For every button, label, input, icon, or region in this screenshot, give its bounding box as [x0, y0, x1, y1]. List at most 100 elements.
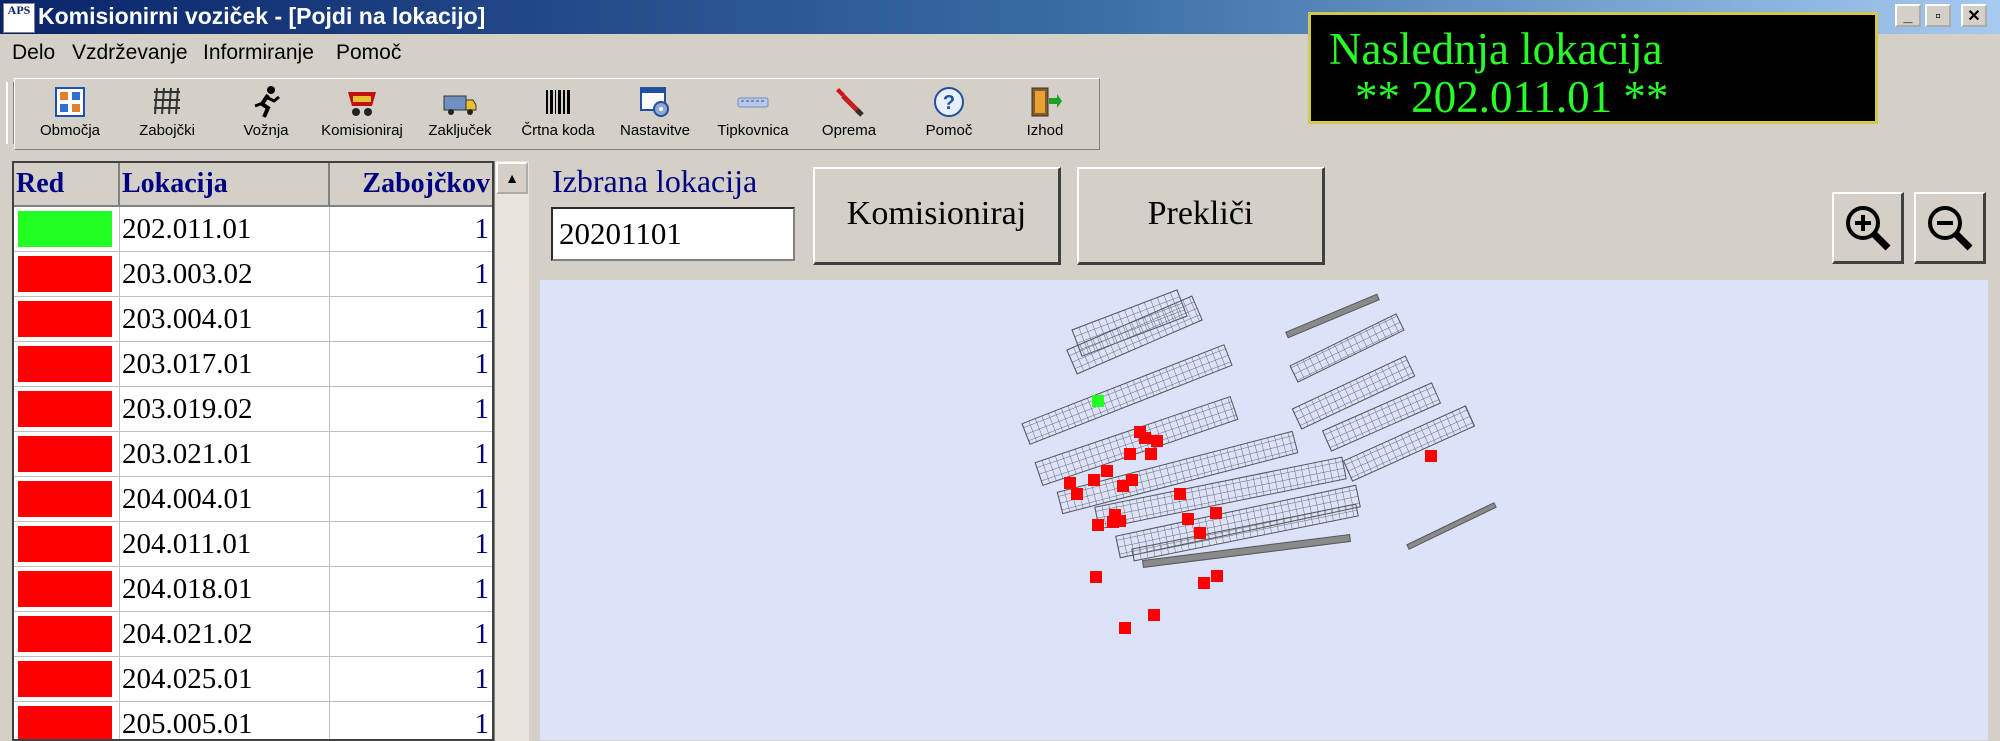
next-location-title: Naslednja lokacija	[1329, 24, 1663, 74]
pending-location-marker[interactable]	[1088, 474, 1100, 486]
pending-location-marker[interactable]	[1107, 516, 1119, 528]
keyboard-label: Tipkovnica	[717, 122, 789, 139]
pick-toolbar-label: Komisioniraj	[321, 122, 403, 139]
menu-delo[interactable]: Delo	[12, 41, 55, 65]
pending-location-marker[interactable]	[1211, 570, 1223, 582]
pending-location-marker[interactable]	[1124, 448, 1136, 460]
pending-location-marker[interactable]	[1126, 474, 1138, 486]
finish-label: Zaključek	[428, 122, 492, 139]
restore-button[interactable]: ▫	[1925, 4, 1951, 27]
pending-location-marker[interactable]	[1210, 507, 1222, 519]
boxes-count-cell: 1	[330, 387, 492, 432]
pending-location-marker[interactable]	[1119, 622, 1131, 634]
next-location-value: ** 202.011.01 **	[1355, 72, 1669, 122]
status-cell	[14, 657, 120, 702]
status-cell	[14, 702, 120, 739]
help-icon: ?	[931, 84, 967, 120]
current-location-marker[interactable]	[1092, 395, 1104, 407]
status-cell	[14, 477, 120, 522]
exit-door-icon	[1027, 84, 1063, 120]
pending-location-marker[interactable]	[1182, 513, 1194, 525]
status-cell	[14, 342, 120, 387]
equipment-button[interactable]: Oprema	[803, 84, 895, 146]
running-man-icon	[248, 84, 284, 120]
status-cell	[14, 432, 120, 477]
barcode-button[interactable]: Črtna koda	[512, 84, 604, 146]
table-row[interactable]: 204.018.01 1	[14, 567, 492, 612]
zoom-in-button[interactable]	[1832, 192, 1904, 264]
pending-location-marker[interactable]	[1092, 519, 1104, 531]
menu-informiranje[interactable]: Informiranje	[203, 41, 314, 65]
pending-location-marker[interactable]	[1090, 571, 1102, 583]
pending-location-marker[interactable]	[1174, 488, 1186, 500]
boxes-button[interactable]: Zabojčki	[121, 84, 213, 146]
table-row[interactable]: 205.005.01 1	[14, 702, 492, 739]
exit-button[interactable]: Izhod	[999, 84, 1091, 146]
warehouse-map[interactable]	[540, 280, 1988, 740]
column-header-location[interactable]: Lokacija	[120, 163, 330, 207]
table-row[interactable]: 203.004.01 1	[14, 297, 492, 342]
table-row[interactable]: 204.004.01 1	[14, 477, 492, 522]
pending-location-marker[interactable]	[1148, 609, 1160, 621]
keyboard-button[interactable]: Tipkovnica	[707, 84, 799, 146]
zoom-out-button[interactable]	[1914, 192, 1986, 264]
areas-button[interactable]: Območja	[24, 84, 116, 146]
table-row[interactable]: 204.025.01 1	[14, 657, 492, 702]
pending-location-marker[interactable]	[1145, 448, 1157, 460]
close-button[interactable]: ✕	[1961, 4, 1987, 27]
drive-button[interactable]: Vožnja	[220, 84, 312, 146]
boxes-count-cell: 1	[330, 432, 492, 477]
boxes-count-cell: 1	[330, 657, 492, 702]
pending-location-marker[interactable]	[1425, 450, 1437, 462]
status-swatch	[18, 256, 112, 292]
minimize-button[interactable]: _	[1895, 4, 1921, 27]
pick-basket-icon	[344, 84, 380, 120]
table-row[interactable]: 202.011.01 1	[14, 207, 492, 252]
pending-location-marker[interactable]	[1139, 432, 1151, 444]
help-button[interactable]: ? Pomoč	[903, 84, 995, 146]
areas-label: Območja	[39, 122, 101, 139]
column-header-boxes[interactable]: Zabojčkov	[330, 163, 492, 207]
pending-location-marker[interactable]	[1151, 435, 1163, 447]
pending-location-marker[interactable]	[1101, 465, 1113, 477]
status-swatch	[18, 706, 112, 739]
boxes-count-cell: 1	[330, 567, 492, 612]
table-row[interactable]: 203.021.01 1	[14, 432, 492, 477]
zoom-in-icon	[1846, 206, 1891, 251]
pending-location-marker[interactable]	[1194, 527, 1206, 539]
pending-location-marker[interactable]	[1071, 488, 1083, 500]
scroll-up-button[interactable]: ▲	[496, 162, 528, 194]
drive-label: Vožnja	[243, 122, 289, 139]
zoom-out-icon	[1928, 206, 1973, 251]
table-row[interactable]: 203.019.02 1	[14, 387, 492, 432]
table-row[interactable]: 203.017.01 1	[14, 342, 492, 387]
status-swatch	[18, 616, 112, 652]
cancel-button[interactable]: Prekliči	[1077, 167, 1325, 265]
table-row[interactable]: 204.011.01 1	[14, 522, 492, 567]
boxes-count-cell: 1	[330, 342, 492, 387]
finish-button[interactable]: Zaključek	[414, 84, 506, 146]
location-cell: 204.021.02	[120, 612, 330, 657]
grid-scrollbar[interactable]: ▲	[494, 161, 529, 741]
menu-pomoc[interactable]: Pomoč	[336, 41, 401, 65]
pick-toolbar-button[interactable]: Komisioniraj	[316, 84, 408, 146]
settings-button[interactable]: Nastavitve	[609, 84, 701, 146]
table-row[interactable]: 203.003.02 1	[14, 252, 492, 297]
status-swatch	[18, 391, 112, 427]
location-cell: 203.003.02	[120, 252, 330, 297]
svg-text:?: ?	[943, 92, 955, 114]
status-cell	[14, 567, 120, 612]
status-cell	[14, 522, 120, 567]
column-header-red[interactable]: Red	[14, 163, 120, 207]
warehouse-map-canvas[interactable]	[540, 280, 1988, 740]
menu-vzdrzevanje[interactable]: Vzdrževanje	[72, 41, 188, 65]
pick-button[interactable]: Komisioniraj	[813, 167, 1061, 265]
selected-location-input[interactable]: 20201101	[551, 207, 795, 261]
pending-location-marker[interactable]	[1198, 577, 1210, 589]
pending-location-marker[interactable]	[1064, 477, 1076, 489]
location-cell: 204.011.01	[120, 522, 330, 567]
selected-location-label: Izbrana lokacija	[552, 163, 758, 199]
areas-grid-icon	[52, 84, 88, 120]
locations-grid[interactable]: Red Lokacija Zabojčkov 202.011.01 1 203.00…	[12, 161, 494, 741]
table-row[interactable]: 204.021.02 1	[14, 612, 492, 657]
